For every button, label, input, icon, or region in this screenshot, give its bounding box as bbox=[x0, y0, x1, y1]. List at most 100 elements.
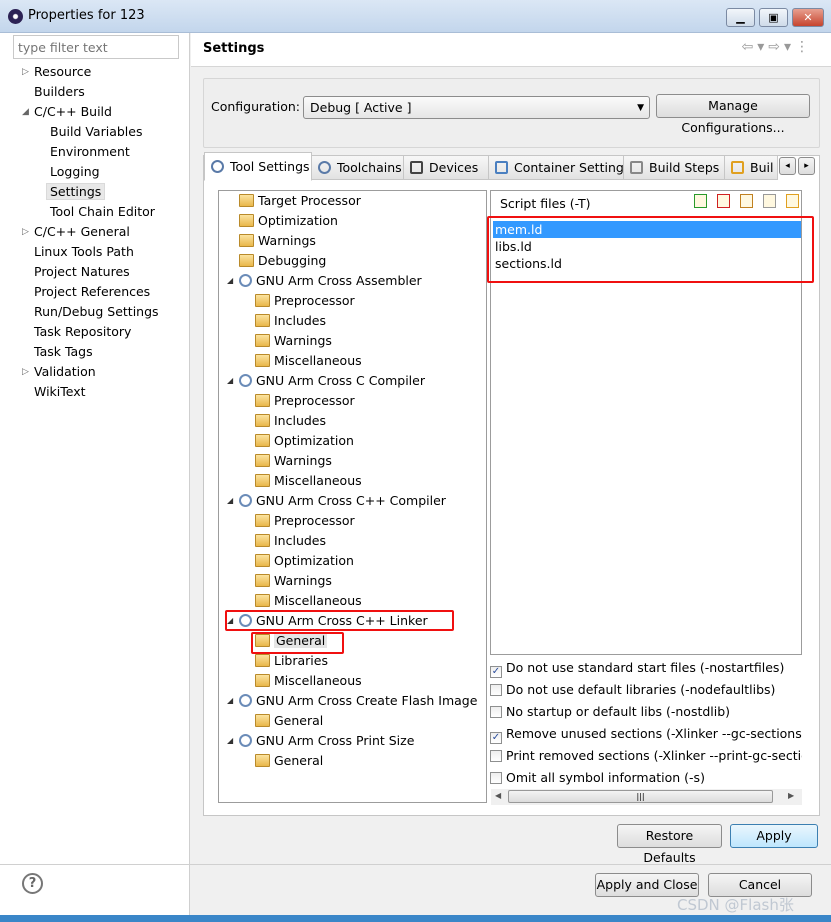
tree-item[interactable]: General bbox=[255, 751, 323, 771]
tree-item[interactable]: Includes bbox=[255, 411, 326, 431]
tab-scroll-left-button[interactable]: ◂ bbox=[779, 157, 796, 175]
tree-item[interactable]: Preprocessor bbox=[255, 511, 355, 531]
nav-item[interactable]: ◢ C/C++ Build bbox=[22, 102, 112, 122]
collapsed-arrow-icon[interactable]: ▷ bbox=[22, 222, 29, 242]
tab-icon bbox=[495, 161, 508, 174]
nav-item[interactable]: ▷ Resource bbox=[22, 62, 91, 82]
tree-item[interactable]: ◢ GNU Arm Cross C Compiler bbox=[227, 371, 425, 391]
window-border bbox=[0, 915, 831, 922]
expanded-arrow-icon[interactable]: ◢ bbox=[227, 691, 233, 711]
checkbox-checked-icon[interactable]: ✓ bbox=[490, 732, 502, 744]
tree-item[interactable]: ◢ GNU Arm Cross C++ Compiler bbox=[227, 491, 446, 511]
configuration-value: Debug [ Active ] bbox=[310, 100, 412, 115]
maximize-button[interactable]: ▣ bbox=[759, 8, 788, 27]
collapsed-arrow-icon[interactable]: ▷ bbox=[22, 362, 29, 382]
checkbox-checked-icon[interactable]: ✓ bbox=[490, 666, 502, 678]
collapsed-arrow-icon[interactable]: ▷ bbox=[22, 62, 29, 82]
horizontal-scrollbar[interactable]: ◀ ||| ▶ bbox=[491, 789, 802, 805]
tree-item[interactable]: General bbox=[255, 711, 323, 731]
nav-item[interactable]: Task Repository bbox=[34, 322, 131, 342]
tree-item[interactable]: Warnings bbox=[255, 571, 332, 591]
tree-item[interactable]: Miscellaneous bbox=[255, 591, 362, 611]
nav-item[interactable]: Task Tags bbox=[34, 342, 93, 362]
nav-item[interactable]: Linux Tools Path bbox=[34, 242, 134, 262]
nav-item[interactable]: Settings bbox=[46, 182, 106, 202]
scrollbar-thumb[interactable]: ||| bbox=[508, 790, 773, 803]
expanded-arrow-icon[interactable]: ◢ bbox=[22, 102, 29, 122]
nav-item[interactable]: WikiText bbox=[34, 382, 86, 402]
nav-item[interactable]: ▷ Validation bbox=[22, 362, 96, 382]
nav-item-label: C/C++ Build bbox=[34, 104, 112, 119]
tree-item[interactable]: Warnings bbox=[255, 331, 332, 351]
tab-container-settings[interactable]: Container Settings bbox=[488, 155, 624, 180]
tree-item[interactable]: Optimization bbox=[255, 551, 354, 571]
checkbox-unchecked-icon[interactable] bbox=[490, 750, 502, 762]
tree-item[interactable]: Preprocessor bbox=[255, 291, 355, 311]
manage-configurations-button[interactable]: Manage Configurations... bbox=[656, 94, 810, 135]
checkbox-unchecked-icon[interactable] bbox=[490, 684, 502, 696]
nav-item[interactable]: Run/Debug Settings bbox=[34, 302, 159, 322]
move-up-icon[interactable] bbox=[763, 194, 776, 208]
edit-icon[interactable] bbox=[740, 194, 753, 208]
nav-item[interactable]: ▷ C/C++ General bbox=[22, 222, 130, 242]
help-icon[interactable]: ? bbox=[22, 873, 43, 894]
nav-item-label: Settings bbox=[46, 183, 106, 200]
tree-item[interactable]: Includes bbox=[255, 311, 326, 331]
tree-item[interactable]: Includes bbox=[255, 531, 326, 551]
tree-item[interactable]: Debugging bbox=[239, 251, 326, 271]
minimize-button[interactable]: ▁ bbox=[726, 8, 755, 27]
tree-item[interactable]: ◢ GNU Arm Cross Create Flash Image bbox=[227, 691, 477, 711]
tree-item-label: Optimization bbox=[274, 433, 354, 448]
tree-item[interactable]: Warnings bbox=[255, 451, 332, 471]
tab-buil[interactable]: Buil bbox=[724, 155, 778, 180]
nav-item[interactable]: Logging bbox=[50, 162, 100, 182]
tab-devices[interactable]: Devices bbox=[403, 155, 489, 180]
checkbox-unchecked-icon[interactable] bbox=[490, 772, 502, 784]
tree-item[interactable]: ◢ GNU Arm Cross Print Size bbox=[227, 731, 414, 751]
history-nav-icons[interactable]: ⇦▾⇨▾⋮ bbox=[741, 39, 813, 55]
configuration-select[interactable]: Debug [ Active ] ▼ bbox=[303, 96, 650, 119]
option-checkbox[interactable]: ✓ Do not use standard start files (-nosta… bbox=[490, 658, 802, 678]
option-checkbox[interactable]: Print removed sections (-Xlinker --print… bbox=[490, 746, 802, 766]
option-checkbox[interactable]: Do not use default libraries (-nodefault… bbox=[490, 680, 802, 700]
tree-item-label: Warnings bbox=[274, 573, 332, 588]
restore-defaults-button[interactable]: Restore Defaults bbox=[617, 824, 722, 865]
filter-input[interactable] bbox=[13, 35, 179, 59]
expanded-arrow-icon[interactable]: ◢ bbox=[227, 271, 233, 291]
tab-tool-settings[interactable]: Tool Settings bbox=[204, 152, 312, 181]
tree-item[interactable]: Miscellaneous bbox=[255, 351, 362, 371]
nav-item[interactable]: Project Natures bbox=[34, 262, 130, 282]
nav-item[interactable]: Builders bbox=[34, 82, 85, 102]
move-down-icon[interactable] bbox=[786, 194, 799, 208]
tab-scroll-right-button[interactable]: ▸ bbox=[798, 157, 815, 175]
option-checkbox[interactable]: No startup or default libs (-nostdlib) bbox=[490, 702, 802, 722]
option-checkbox[interactable]: Omit all symbol information (-s) bbox=[490, 768, 802, 788]
tree-item[interactable]: Libraries bbox=[255, 651, 328, 671]
close-button[interactable]: ✕ bbox=[792, 8, 824, 27]
tree-item[interactable]: Miscellaneous bbox=[255, 671, 362, 691]
tab-build-steps[interactable]: Build Steps bbox=[623, 155, 725, 180]
expanded-arrow-icon[interactable]: ◢ bbox=[227, 731, 233, 751]
tree-item[interactable]: ◢ GNU Arm Cross Assembler bbox=[227, 271, 422, 291]
delete-icon[interactable] bbox=[717, 194, 730, 208]
nav-item[interactable]: Environment bbox=[50, 142, 130, 162]
apply-button[interactable]: Apply bbox=[730, 824, 818, 848]
nav-item[interactable]: Build Variables bbox=[50, 122, 142, 142]
nav-item[interactable]: Tool Chain Editor bbox=[50, 202, 155, 222]
checkbox-unchecked-icon[interactable] bbox=[490, 706, 502, 718]
add-icon[interactable] bbox=[694, 194, 707, 208]
expanded-arrow-icon[interactable]: ◢ bbox=[227, 491, 233, 511]
tree-item[interactable]: Miscellaneous bbox=[255, 471, 362, 491]
tree-item-label: Libraries bbox=[274, 653, 328, 668]
option-checkbox[interactable]: ✓ Remove unused sections (-Xlinker --gc-s… bbox=[490, 724, 802, 744]
tree-item[interactable]: Preprocessor bbox=[255, 391, 355, 411]
tab-toolchains[interactable]: Toolchains bbox=[311, 155, 404, 180]
tree-item[interactable]: Optimization bbox=[255, 431, 354, 451]
tree-item[interactable]: Optimization bbox=[239, 211, 338, 231]
expanded-arrow-icon[interactable]: ◢ bbox=[227, 371, 233, 391]
nav-item[interactable]: Project References bbox=[34, 282, 150, 302]
folder-options-icon bbox=[239, 234, 254, 247]
tree-item[interactable]: Warnings bbox=[239, 231, 316, 251]
tree-item[interactable]: Target Processor bbox=[239, 191, 361, 211]
tool-icon bbox=[239, 374, 252, 387]
